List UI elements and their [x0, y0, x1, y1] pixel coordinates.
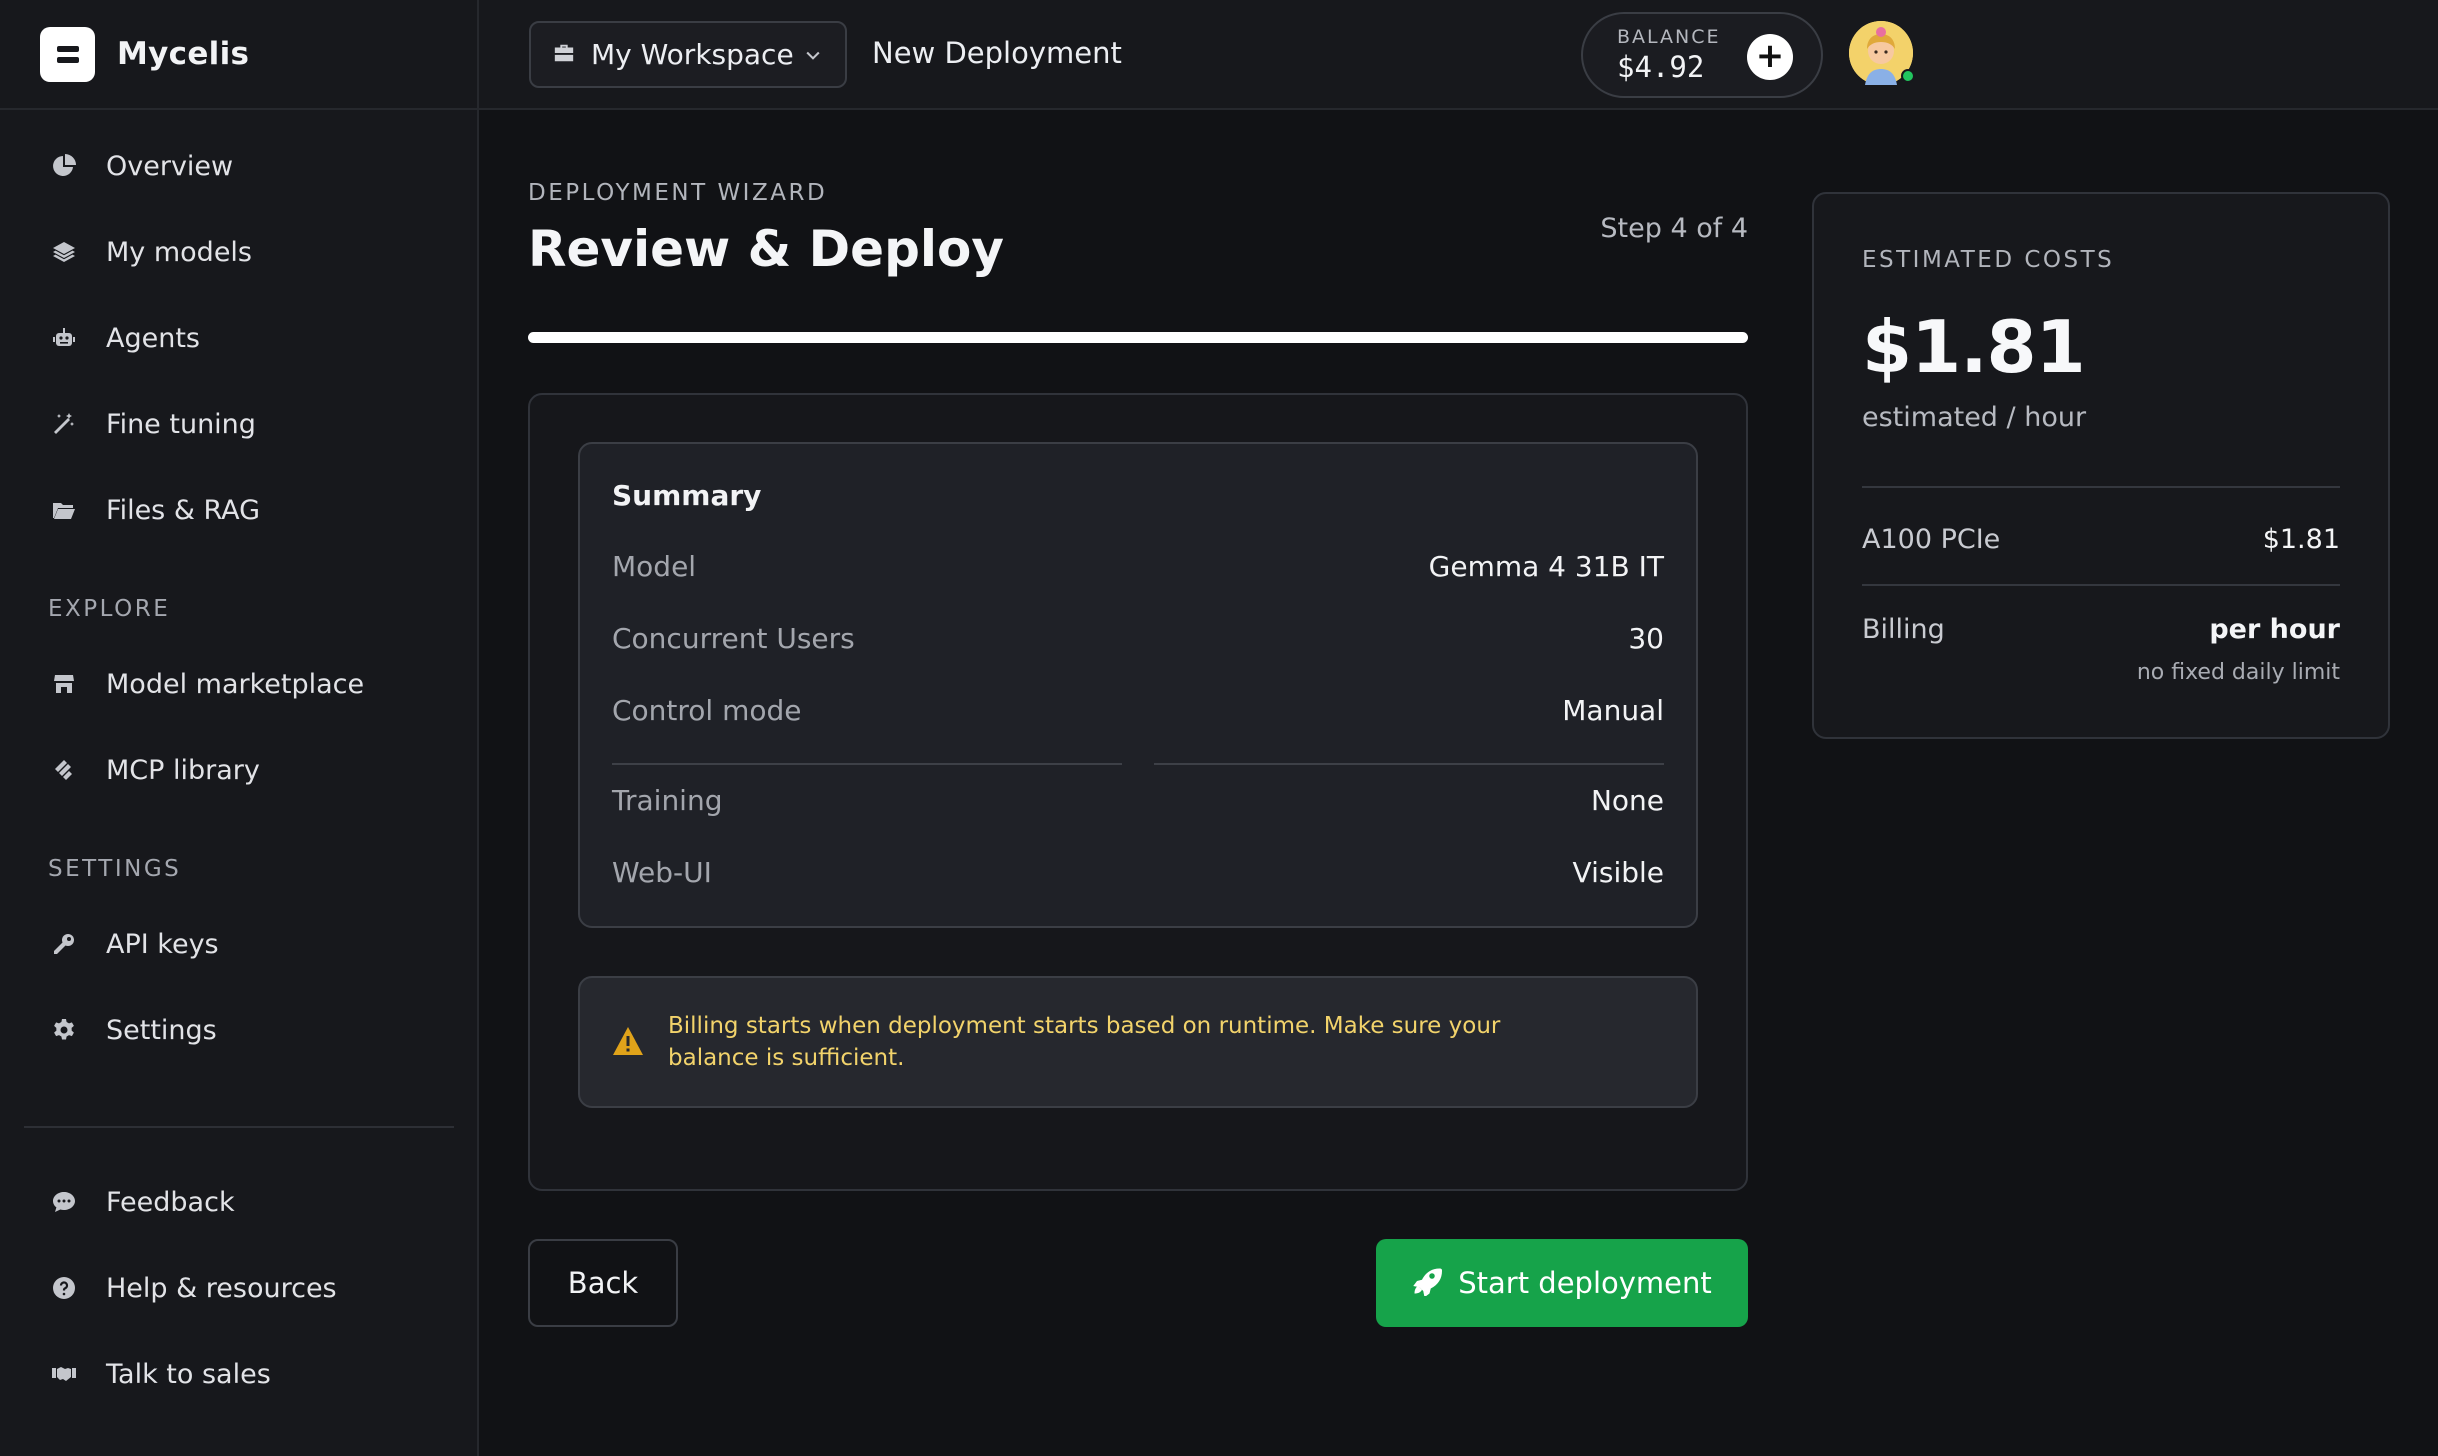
balance-pill: BALANCE $4.92 +: [1581, 12, 1823, 98]
sidebar-item-label: Files & RAG: [106, 494, 261, 526]
handshake-icon: [50, 1360, 78, 1388]
sidebar-item-api-keys[interactable]: API keys: [24, 912, 454, 976]
settings-section-label: SETTINGS: [48, 856, 182, 882]
sidebar: Mycelis Overview My models Agents Fine t…: [0, 0, 479, 1456]
estimated-cost-total: $1.81: [1862, 305, 2086, 389]
summary-label-concurrent-users: Concurrent Users: [612, 622, 855, 655]
estimated-costs-card: [1812, 192, 2390, 739]
sidebar-item-settings[interactable]: Settings: [24, 998, 454, 1062]
workspace-name: My Workspace: [591, 38, 794, 71]
layers-icon: [50, 238, 78, 266]
sidebar-item-label: Agents: [106, 322, 200, 354]
sidebar-item-label: Fine tuning: [106, 408, 256, 440]
billing-value: per hour: [2209, 614, 2340, 645]
billing-warning-text: Billing starts when deployment starts ba…: [668, 1013, 1501, 1071]
page-title: Review & Deploy: [528, 220, 1004, 278]
sidebar-item-label: Model marketplace: [106, 668, 365, 700]
wizard-progress-bar: [528, 332, 1748, 343]
sidebar-divider: [24, 1126, 454, 1128]
sidebar-item-label: MCP library: [106, 754, 260, 786]
add-funds-button[interactable]: +: [1747, 34, 1793, 80]
summary-card: [578, 442, 1698, 928]
pie-chart-icon: [50, 152, 78, 180]
sidebar-item-my-models[interactable]: My models: [24, 220, 454, 284]
sidebar-item-files-rag[interactable]: Files & RAG: [24, 478, 454, 542]
summary-value-control-mode: Manual: [1562, 694, 1664, 727]
summary-value-web-ui: Visible: [1572, 856, 1664, 889]
summary-title: Summary: [612, 479, 762, 512]
sidebar-item-mcp-library[interactable]: MCP library: [24, 738, 454, 802]
chat-bubble-icon: [50, 1188, 78, 1216]
summary-label-model: Model: [612, 550, 697, 583]
sidebar-item-label: Help & resources: [106, 1272, 337, 1304]
breadcrumb: New Deployment: [872, 36, 1122, 70]
billing-note: no fixed daily limit: [2136, 660, 2340, 685]
chevron-down-icon: [803, 45, 823, 69]
balance-label: BALANCE: [1617, 26, 1721, 48]
briefcase-icon: [553, 42, 575, 68]
brand[interactable]: Mycelis: [0, 0, 477, 110]
sidebar-item-label: Settings: [106, 1014, 217, 1046]
robot-icon: [50, 324, 78, 352]
store-icon: [50, 670, 78, 698]
summary-divider-left: [612, 763, 1122, 765]
gpu-price: $1.81: [2262, 524, 2340, 555]
sidebar-item-label: Talk to sales: [106, 1358, 271, 1390]
summary-label-web-ui: Web-UI: [612, 856, 712, 889]
sidebar-item-fine-tuning[interactable]: Fine tuning: [24, 392, 454, 456]
topbar: My Workspace New Deployment BALANCE $4.9…: [479, 0, 2438, 110]
sidebar-item-label: Feedback: [106, 1186, 235, 1218]
rocket-icon: [1412, 1266, 1443, 1300]
sidebar-item-feedback[interactable]: Feedback: [24, 1170, 454, 1234]
mycelis-logo-icon: [40, 26, 95, 82]
gpu-label: A100 PCIe: [1862, 524, 2001, 555]
warning-triangle-icon: [613, 1027, 643, 1055]
estimated-cost-unit: estimated / hour: [1862, 402, 2087, 433]
summary-value-model: Gemma 4 31B IT: [1428, 550, 1664, 583]
gear-icon: [50, 1016, 78, 1044]
key-icon: [50, 930, 78, 958]
sidebar-item-model-marketplace[interactable]: Model marketplace: [24, 652, 454, 716]
start-deployment-button[interactable]: Start deployment: [1376, 1239, 1748, 1327]
back-button[interactable]: Back: [528, 1239, 678, 1327]
step-indicator: Step 4 of 4: [1600, 213, 1748, 244]
billing-label: Billing: [1862, 614, 1945, 645]
avatar[interactable]: [1849, 21, 1915, 85]
mcp-icon: [50, 756, 78, 784]
sidebar-item-label: My models: [106, 236, 252, 268]
summary-value-concurrent-users: 30: [1628, 622, 1664, 655]
explore-section-label: EXPLORE: [48, 596, 171, 622]
summary-divider-right: [1154, 763, 1664, 765]
sidebar-item-overview[interactable]: Overview: [24, 134, 454, 198]
magic-wand-icon: [50, 410, 78, 438]
workspace-selector[interactable]: My Workspace: [529, 21, 847, 88]
summary-label-training: Training: [612, 784, 723, 817]
folder-open-icon: [50, 496, 78, 524]
help-circle-icon: [50, 1274, 78, 1302]
online-status-dot: [1901, 69, 1915, 83]
summary-label-control-mode: Control mode: [612, 694, 802, 727]
brand-name: Mycelis: [117, 36, 250, 72]
balance-value: $4.92: [1617, 50, 1705, 84]
sidebar-item-agents[interactable]: Agents: [24, 306, 454, 370]
costs-divider: [1862, 584, 2340, 586]
sidebar-item-help[interactable]: Help & resources: [24, 1256, 454, 1320]
sidebar-item-talk-to-sales[interactable]: Talk to sales: [24, 1342, 454, 1406]
sidebar-item-label: Overview: [106, 150, 234, 182]
costs-eyebrow: ESTIMATED COSTS: [1862, 247, 2115, 273]
start-deployment-label: Start deployment: [1458, 1266, 1712, 1300]
summary-value-training: None: [1590, 784, 1664, 817]
wizard-eyebrow: DEPLOYMENT WIZARD: [528, 180, 828, 206]
sidebar-item-label: API keys: [106, 928, 219, 960]
costs-divider: [1862, 486, 2340, 488]
wizard-progress-fill: [528, 332, 1748, 343]
